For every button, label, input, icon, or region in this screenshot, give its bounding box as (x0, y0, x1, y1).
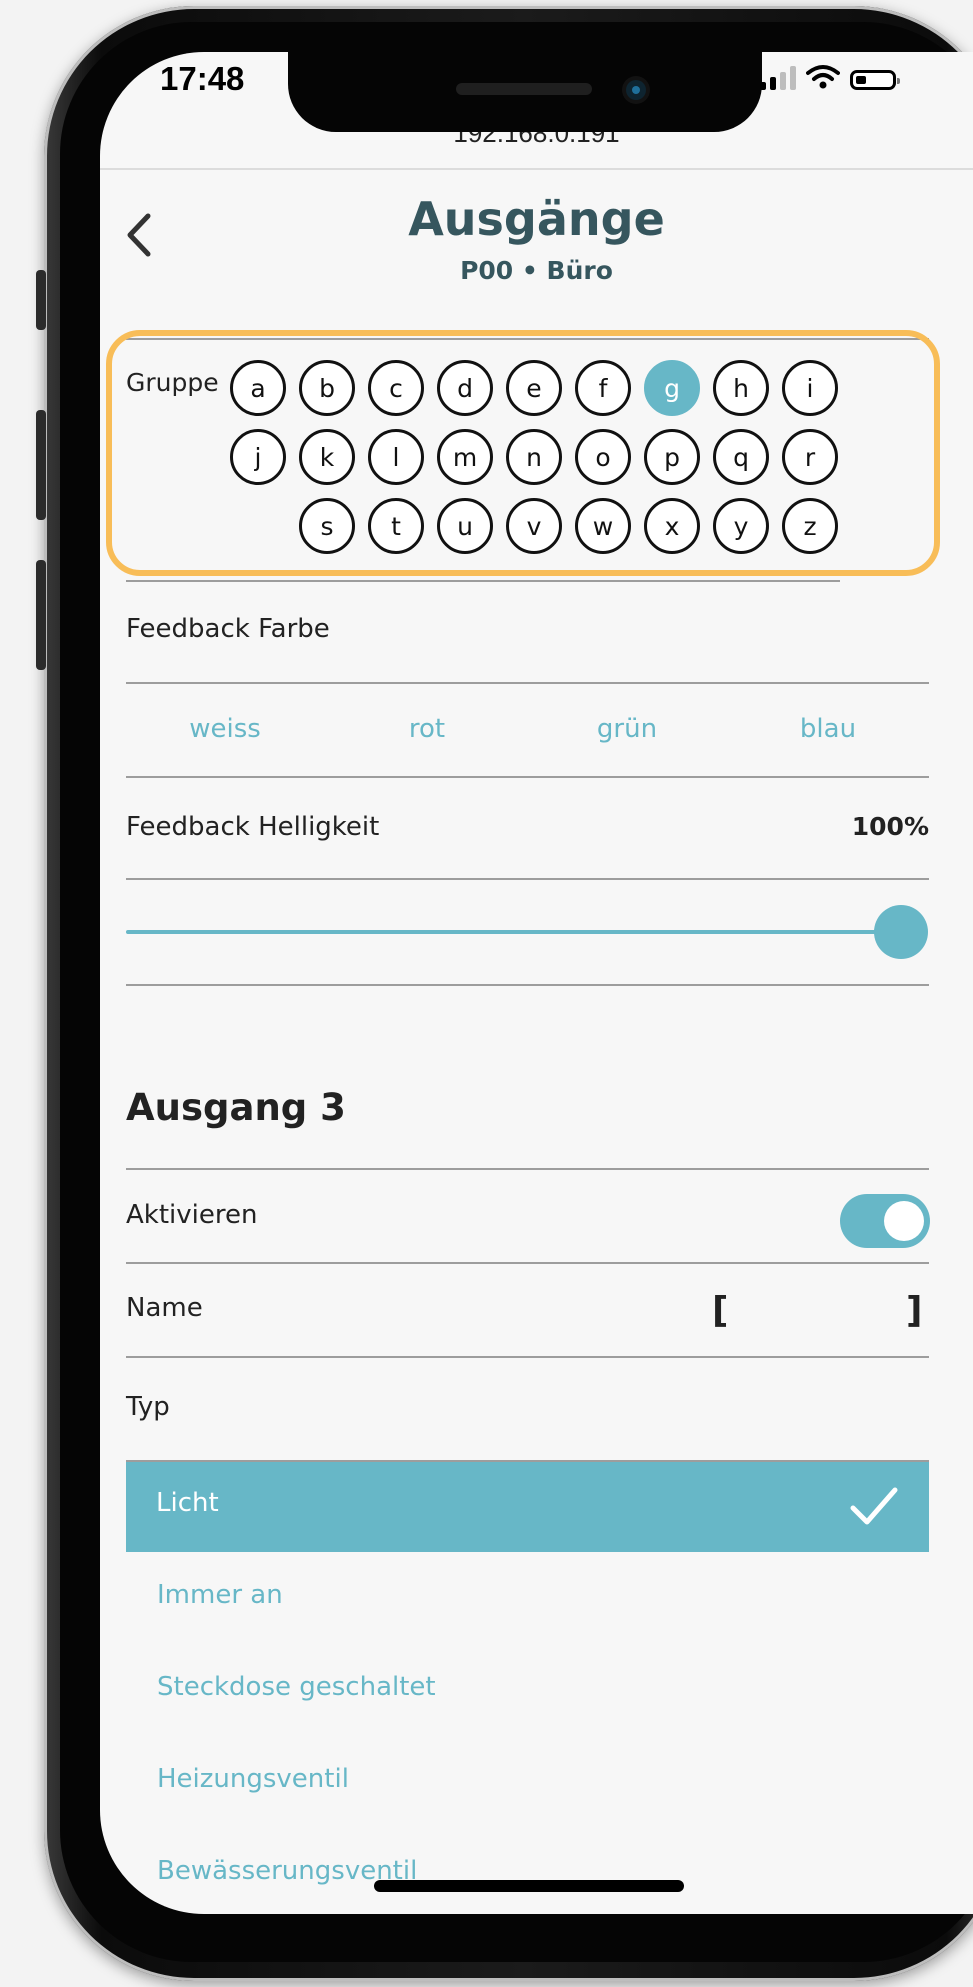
divider (126, 580, 840, 582)
color-option-red[interactable]: rot (327, 714, 527, 744)
section-title: Ausgang 3 (126, 1086, 346, 1129)
notch (288, 52, 762, 132)
group-option-e[interactable]: e (506, 360, 562, 416)
group-option-t[interactable]: t (368, 498, 424, 554)
type-option-heating-valve[interactable]: Heizungsventil (157, 1764, 349, 1794)
name-field-open-bracket[interactable]: [ (712, 1290, 728, 1331)
group-option-n[interactable]: n (506, 429, 562, 485)
color-option-blue[interactable]: blau (728, 714, 928, 744)
page-title: Ausgänge (408, 192, 665, 246)
group-option-q[interactable]: q (713, 429, 769, 485)
type-option-label: Licht (156, 1488, 219, 1518)
battery-icon (850, 70, 900, 90)
group-option-v[interactable]: v (506, 498, 562, 554)
status-icons (760, 64, 900, 90)
wifi-icon (806, 65, 840, 89)
group-option-o[interactable]: o (575, 429, 631, 485)
group-option-c[interactable]: c (368, 360, 424, 416)
check-icon (850, 1487, 898, 1525)
home-indicator[interactable] (374, 1880, 684, 1892)
divider (126, 1262, 929, 1264)
page-subtitle: P00 • Büro (460, 256, 613, 285)
group-option-j[interactable]: j (230, 429, 286, 485)
mute-switch (36, 270, 46, 330)
group-option-r[interactable]: r (782, 429, 838, 485)
group-option-d[interactable]: d (437, 360, 493, 416)
group-option-w[interactable]: w (575, 498, 631, 554)
group-option-g[interactable]: g (644, 360, 700, 416)
group-option-k[interactable]: k (299, 429, 355, 485)
type-option-switched-socket[interactable]: Steckdose geschaltet (157, 1672, 436, 1702)
group-option-s[interactable]: s (299, 498, 355, 554)
group-option-u[interactable]: u (437, 498, 493, 554)
feedback-color-label: Feedback Farbe (126, 614, 330, 644)
volume-up-button (36, 410, 46, 520)
url-divider (100, 168, 973, 170)
feedback-brightness-label: Feedback Helligkeit (126, 812, 380, 842)
brightness-slider-track[interactable] (126, 930, 902, 934)
group-option-x[interactable]: x (644, 498, 700, 554)
name-field-close-bracket[interactable]: ] (906, 1290, 922, 1331)
group-option-z[interactable]: z (782, 498, 838, 554)
group-option-y[interactable]: y (713, 498, 769, 554)
volume-down-button (36, 560, 46, 670)
toggle-knob (884, 1201, 924, 1241)
type-option-selected[interactable]: Licht (126, 1462, 929, 1552)
group-option-l[interactable]: l (368, 429, 424, 485)
type-label: Typ (126, 1392, 170, 1422)
speaker-grille (456, 83, 592, 95)
group-option-i[interactable]: i (782, 360, 838, 416)
type-option-always-on[interactable]: Immer an (157, 1580, 283, 1610)
group-option-a[interactable]: a (230, 360, 286, 416)
divider (126, 1356, 929, 1358)
name-label: Name (126, 1293, 203, 1323)
group-label: Gruppe (126, 368, 219, 397)
group-option-m[interactable]: m (437, 429, 493, 485)
group-option-p[interactable]: p (644, 429, 700, 485)
group-option-f[interactable]: f (575, 360, 631, 416)
group-option-b[interactable]: b (299, 360, 355, 416)
divider (126, 682, 929, 684)
signal-icon (760, 66, 796, 90)
status-time: 17:48 (160, 60, 245, 97)
front-camera (626, 80, 646, 100)
color-option-green[interactable]: grün (527, 714, 727, 744)
color-option-white[interactable]: weiss (125, 714, 325, 744)
brightness-value: 100% (851, 812, 929, 841)
activate-label: Aktivieren (126, 1200, 258, 1230)
divider (126, 878, 929, 880)
divider (126, 984, 929, 986)
group-option-h[interactable]: h (713, 360, 769, 416)
divider (126, 776, 929, 778)
brightness-slider-thumb[interactable] (874, 905, 928, 959)
divider (126, 1168, 929, 1170)
activate-toggle[interactable] (840, 1194, 930, 1248)
